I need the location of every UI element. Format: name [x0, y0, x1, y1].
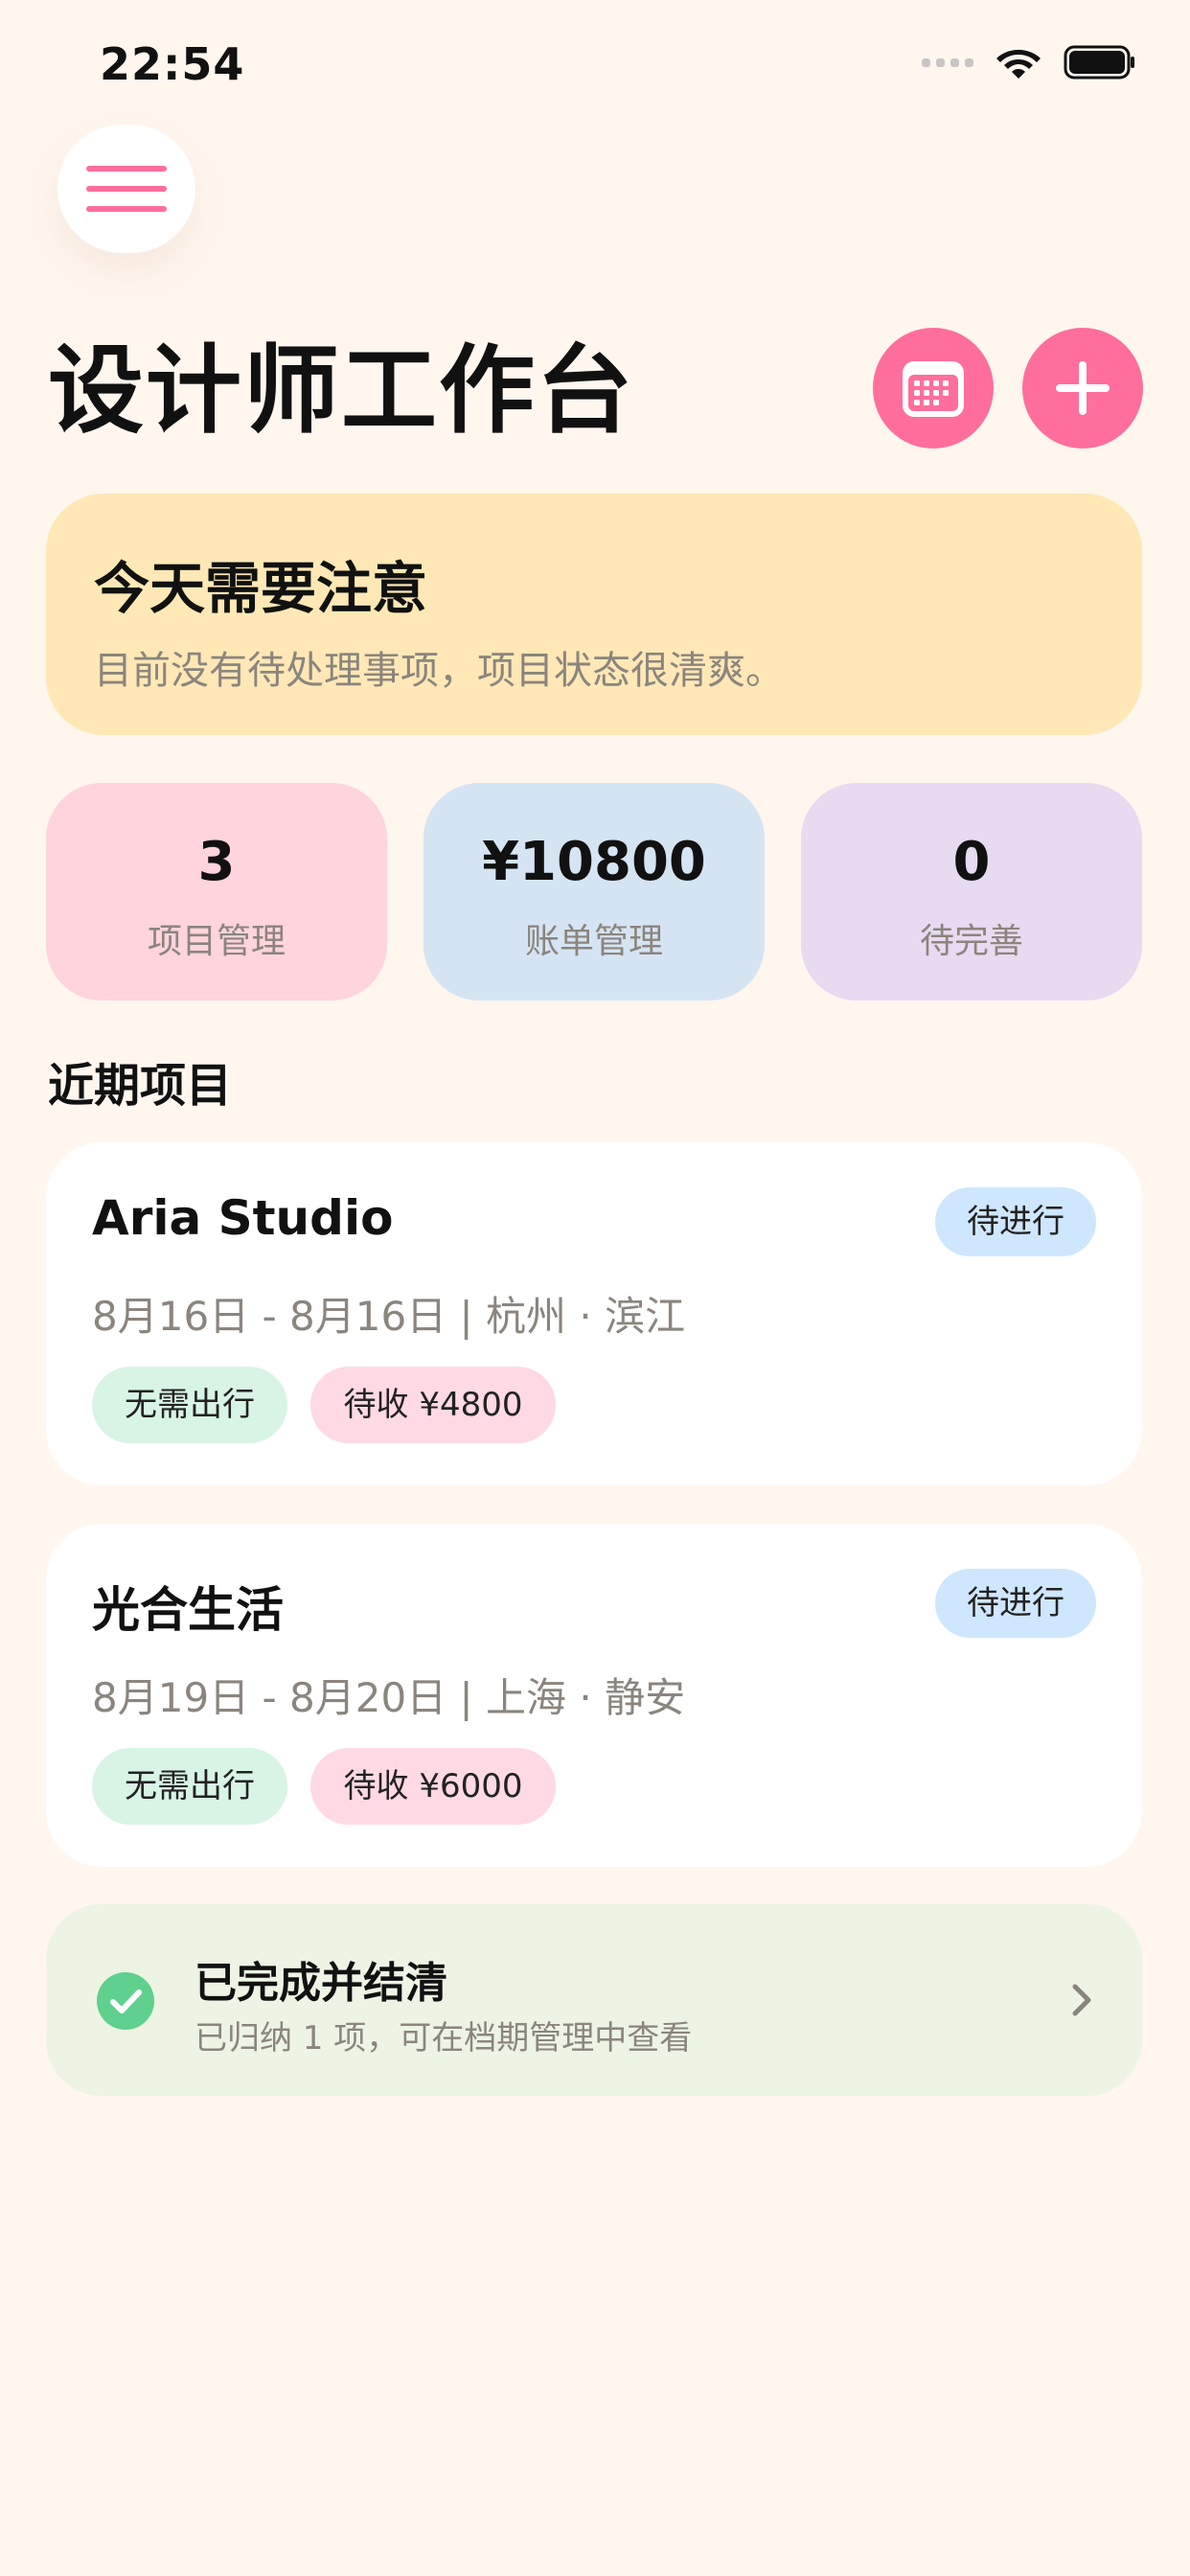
stat-card-projects[interactable]: 3 项目管理	[46, 783, 387, 1000]
stat-value: 0	[952, 831, 991, 893]
add-project-button[interactable]	[1022, 328, 1143, 448]
status-time: 22:54	[100, 38, 245, 90]
project-name: Aria Studio	[92, 1190, 394, 1246]
cellular-signal-icon	[922, 58, 973, 67]
stat-value: 3	[197, 831, 236, 893]
stat-label: 项目管理	[147, 922, 286, 961]
hamburger-icon	[86, 166, 167, 212]
menu-button[interactable]	[57, 125, 195, 253]
screen: 22:54 设计师工作台 今天需要注意 目前没有待处理事项，项目状态很清爽。 3…	[0, 0, 1190, 2576]
status-badge: 待进行	[935, 1187, 1096, 1256]
completed-subtitle: 已归纳 1 项，可在档期管理中查看	[195, 2019, 693, 2058]
stat-label: 待完善	[919, 922, 1023, 961]
battery-icon	[1064, 45, 1134, 80]
project-meta: 8月19日 - 8月20日 | 上海 · 静安	[92, 1674, 686, 1721]
attention-title: 今天需要注意	[94, 556, 428, 621]
project-name: 光合生活	[92, 1582, 284, 1638]
project-card[interactable]: 光合生活 待进行 8月19日 - 8月20日 | 上海 · 静安 无需出行 待收…	[46, 1524, 1142, 1867]
check-circle-icon	[97, 1972, 154, 2030]
section-title-recent: 近期项目	[48, 1059, 233, 1113]
payment-due-tag: 待收 ¥6000	[310, 1748, 556, 1825]
project-card[interactable]: Aria Studio 待进行 8月16日 - 8月16日 | 杭州 · 滨江 …	[46, 1142, 1142, 1485]
attention-subtitle: 目前没有待处理事项，项目状态很清爽。	[94, 649, 784, 693]
page-title: 设计师工作台	[48, 334, 634, 447]
completed-projects-row[interactable]: 已完成并结清 已归纳 1 项，可在档期管理中查看	[46, 1904, 1142, 2096]
stat-label: 账单管理	[524, 922, 663, 961]
plus-icon	[1056, 361, 1110, 415]
chevron-right-icon	[1072, 1984, 1091, 2016]
status-badge: 待进行	[935, 1569, 1096, 1638]
calendar-icon	[903, 361, 964, 417]
travel-tag: 无需出行	[92, 1748, 287, 1825]
travel-tag: 无需出行	[92, 1367, 287, 1443]
project-meta: 8月16日 - 8月16日 | 杭州 · 滨江	[92, 1293, 686, 1340]
calendar-button[interactable]	[873, 328, 994, 448]
payment-due-tag: 待收 ¥4800	[310, 1367, 556, 1443]
completed-title: 已完成并结清	[195, 1959, 447, 2008]
attention-card: 今天需要注意 目前没有待处理事项，项目状态很清爽。	[46, 494, 1142, 735]
stat-card-bills[interactable]: ¥10800 账单管理	[423, 783, 765, 1000]
stat-card-todo[interactable]: 0 待完善	[801, 783, 1142, 1000]
wifi-icon	[996, 50, 1041, 79]
stat-value: ¥10800	[482, 831, 706, 893]
status-icons	[922, 44, 1136, 80]
